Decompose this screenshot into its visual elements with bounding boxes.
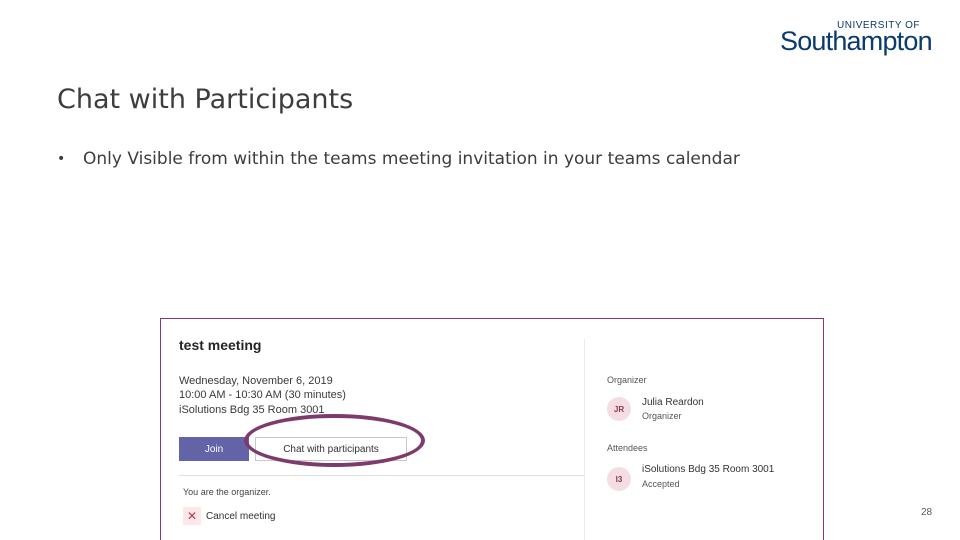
cancel-meeting-link[interactable]: ✕ Cancel meeting [183,507,275,525]
divider [179,475,584,476]
organizer-note: You are the organizer. [183,487,271,497]
meeting-date: Wednesday, November 6, 2019 [179,375,333,387]
organizer-name[interactable]: Julia Reardon [642,397,704,408]
organizer-heading: Organizer [607,375,647,385]
panel-divider [584,339,585,540]
attendee-status: Accepted [642,479,680,489]
meeting-time: 10:00 AM - 10:30 AM (30 minutes) [179,389,346,401]
close-icon: ✕ [183,507,201,525]
logo-name: Southampton [780,26,933,56]
highlight-ellipse [244,414,425,467]
avatar[interactable]: JR [607,397,631,421]
bullet-point: • Only Visible from within the teams mee… [57,148,740,170]
meeting-title: test meeting [179,337,262,353]
bullet-text: Only Visible from within the teams meeti… [83,149,740,169]
join-button[interactable]: Join [179,437,249,461]
meeting-location: iSolutions Bdg 35 Room 3001 [179,404,325,416]
attendee-name[interactable]: iSolutions Bdg 35 Room 3001 [642,464,774,475]
university-logo: UNIVERSITY OF Southampton [778,18,933,58]
slide-title: Chat with Participants [57,84,354,115]
cancel-meeting-label: Cancel meeting [206,510,276,522]
attendees-heading: Attendees [607,443,648,453]
page-number: 28 [921,507,933,518]
organizer-role: Organizer [642,411,682,421]
bullet-marker: • [57,151,66,167]
avatar[interactable]: I3 [607,467,631,491]
